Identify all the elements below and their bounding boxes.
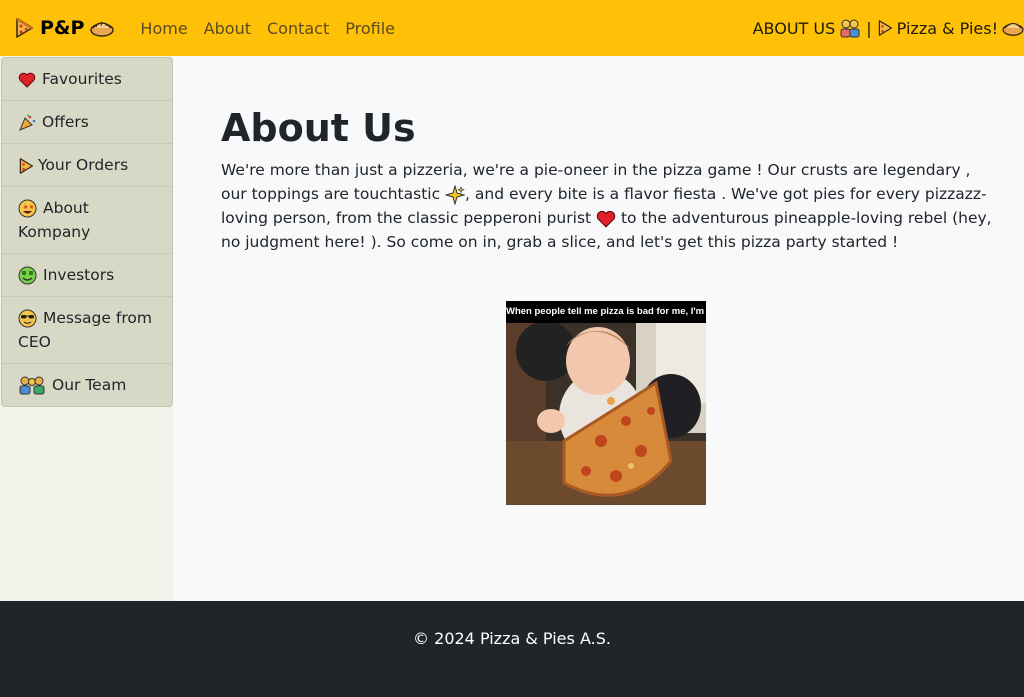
navbar-pizza-pies-text: Pizza & Pies! <box>896 18 998 38</box>
meme-picture <box>506 301 706 505</box>
nav-links: Home About Contact Profile <box>140 19 411 38</box>
heart-icon <box>596 210 616 228</box>
sidebar: Favourites Offers Your Orders About Komp… <box>0 56 173 601</box>
sidebar-item-label: Our Team <box>52 376 127 394</box>
sidebar-item-label: Offers <box>42 113 89 131</box>
sidebar-item-our-team[interactable]: Our Team <box>2 364 172 406</box>
page-title: About Us <box>221 106 416 150</box>
sidebar-item-your-orders[interactable]: Your Orders <box>2 144 172 187</box>
navbar-about-us-text: ABOUT US <box>752 18 836 38</box>
pie-icon <box>90 21 115 37</box>
navbar-tagline: ABOUT US | Pizza & Pies! <box>753 0 1024 56</box>
nav-link-contact[interactable]: Contact <box>267 19 329 38</box>
sidebar-item-label: Favourites <box>42 70 122 88</box>
star-eyes-icon <box>18 199 37 218</box>
sidebar-item-investors[interactable]: Investors <box>2 254 172 297</box>
sunglasses-face-icon <box>18 309 37 328</box>
sidebar-item-about-kompany[interactable]: About Kompany <box>2 187 172 254</box>
meme-caption: When people tell me pizza is bad for me,… <box>506 301 706 323</box>
sidebar-item-label: Your Orders <box>38 156 129 174</box>
money-face-icon <box>18 266 37 285</box>
brand-logo[interactable]: P&P <box>14 17 115 39</box>
sparkles-icon <box>445 184 466 205</box>
footer-copyright: © 2024 Pizza & Pies A.S. <box>413 628 611 648</box>
main-content: About Us We're more than just a pizzeria… <box>173 56 1024 601</box>
family-icon <box>840 19 860 38</box>
meme-image: When people tell me pizza is bad for me,… <box>506 301 706 505</box>
sidebar-item-label: Investors <box>43 266 115 284</box>
pizza-icon <box>16 17 33 38</box>
sidebar-item-label: Message from CEO <box>18 309 152 351</box>
sidebar-item-message-from-ceo[interactable]: Message from CEO <box>2 297 172 364</box>
sidebar-item-offers[interactable]: Offers <box>2 101 172 144</box>
pie-icon <box>1002 22 1024 36</box>
party-popper-icon <box>19 114 36 131</box>
pizza-icon <box>878 20 892 36</box>
sidebar-menu: Favourites Offers Your Orders About Komp… <box>1 57 173 407</box>
brand-text: P&P <box>40 17 85 39</box>
team-icon <box>19 376 45 395</box>
footer: © 2024 Pizza & Pies A.S. <box>0 601 1024 697</box>
about-paragraph: We're more than just a pizzeria, we're a… <box>221 158 1001 254</box>
navbar-separator: | <box>866 18 872 38</box>
nav-link-home[interactable]: Home <box>140 19 187 38</box>
heart-icon <box>18 72 36 88</box>
nav-link-profile[interactable]: Profile <box>345 19 395 38</box>
sidebar-item-favourites[interactable]: Favourites <box>2 58 172 101</box>
top-navbar: P&P Home About Contact Profile ABOUT US … <box>0 0 1024 56</box>
pizza-icon <box>19 157 34 174</box>
nav-link-about[interactable]: About <box>204 19 251 38</box>
